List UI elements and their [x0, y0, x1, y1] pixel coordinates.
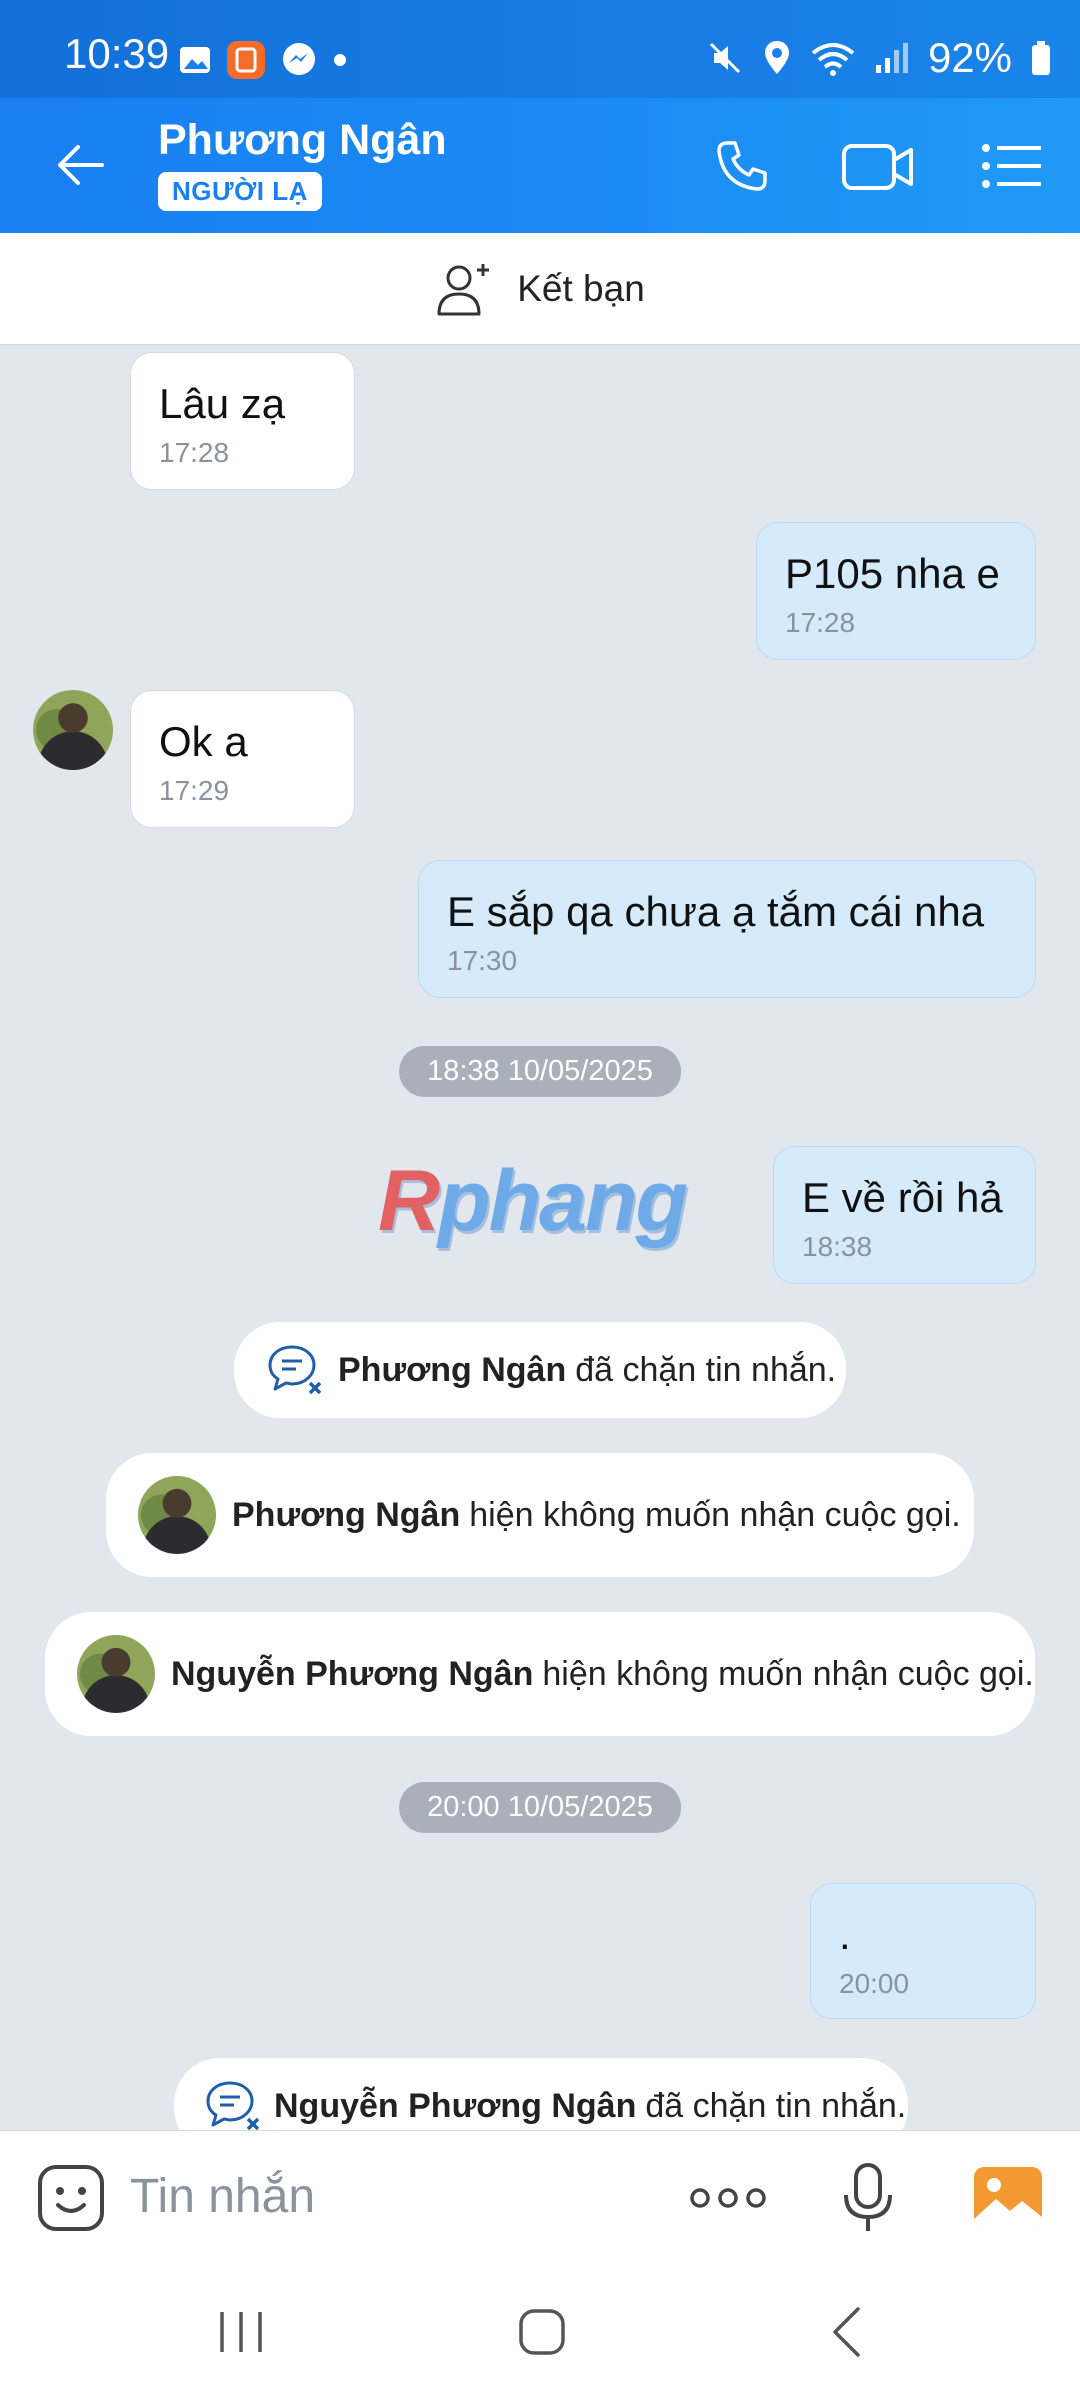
- system-navigation-bar: [0, 2264, 1080, 2400]
- add-friend-bar[interactable]: Kết bạn: [0, 233, 1080, 345]
- message-composer: Tin nhắn: [0, 2130, 1080, 2264]
- back-nav-icon[interactable]: [828, 2306, 864, 2358]
- video-call-button[interactable]: [838, 126, 918, 206]
- location-icon: [764, 41, 789, 74]
- date-separator: 20:00 10/05/2025: [399, 1782, 681, 1833]
- message-outgoing[interactable]: E sắp qa chưa ạ tắm cái nha 17:30: [418, 860, 1036, 998]
- chat-options-button[interactable]: [972, 126, 1052, 206]
- message-text: E sắp qa chưa ạ tắm cái nha: [447, 888, 985, 935]
- contact-avatar[interactable]: [33, 690, 113, 770]
- video-camera-icon: [842, 144, 913, 190]
- stranger-badge: NGƯỜI LẠ: [158, 172, 322, 211]
- notification-icons: [178, 40, 348, 80]
- contact-avatar: [77, 1635, 155, 1713]
- sticker-icon[interactable]: [36, 2163, 106, 2233]
- status-time: 10:39: [64, 30, 170, 77]
- microphone-icon[interactable]: [841, 2161, 895, 2235]
- chat-header: 10:39 92% Phương Ngân NGƯỜI LẠ: [0, 0, 1080, 233]
- voice-call-button[interactable]: [702, 126, 782, 206]
- contact-avatar: [138, 1476, 216, 1554]
- message-text: P105 nha e: [785, 550, 1000, 597]
- system-notice: Phương Ngân đã chặn tin nhắn.: [234, 1322, 846, 1418]
- message-time: 17:29: [159, 775, 230, 806]
- battery-level: 92%: [927, 34, 1012, 81]
- gallery-icon: [180, 47, 210, 73]
- message-input[interactable]: Tin nhắn: [130, 2169, 315, 2224]
- blocked-message-icon: [268, 1345, 322, 1395]
- message-time: 17:28: [159, 437, 230, 468]
- status-bar: 10:39 92%: [0, 0, 1080, 98]
- notice-name: Nguyễn Phương Ngân: [171, 1654, 534, 1693]
- battery-icon: [1032, 41, 1050, 75]
- watermark-logo: Rphang: [378, 1152, 688, 1251]
- message-text: Ok a: [159, 718, 248, 765]
- message-incoming[interactable]: Ok a 17:29: [130, 690, 355, 828]
- notice-text: hiện không muốn nhận cuộc gọi.: [542, 1654, 1034, 1693]
- system-status-icons: 92%: [706, 34, 1052, 82]
- wifi-icon: [811, 43, 855, 76]
- add-friend-label: Kết bạn: [517, 267, 645, 309]
- mute-icon: [709, 42, 740, 74]
- home-icon[interactable]: [517, 2307, 567, 2357]
- message-time: 18:38: [802, 1231, 873, 1262]
- message-time: 17:30: [447, 945, 518, 976]
- notice-text: đã chặn tin nhắn.: [645, 2086, 907, 2125]
- shopee-icon: [227, 41, 265, 79]
- arrow-left-icon: [58, 145, 104, 185]
- add-person-icon: [437, 263, 490, 315]
- phone-icon: [717, 141, 767, 191]
- date-separator: 18:38 10/05/2025: [399, 1046, 681, 1097]
- notice-text: đã chặn tin nhắn.: [575, 1350, 837, 1389]
- message-text: .: [839, 1911, 851, 1958]
- message-incoming[interactable]: Lâu zạ 17:28: [130, 352, 355, 490]
- message-text: Lâu zạ: [159, 380, 286, 427]
- notice-text: hiện không muốn nhận cuộc gọi.: [469, 1495, 961, 1534]
- watermark-rest: phang: [438, 1153, 688, 1249]
- image-gallery-icon[interactable]: [972, 2165, 1044, 2231]
- blocked-message-icon: [206, 2081, 260, 2131]
- message-time: 17:28: [785, 607, 856, 638]
- dot-icon: [334, 54, 346, 66]
- more-options-icon[interactable]: [690, 2183, 766, 2213]
- system-notice: Phương Ngân hiện không muốn nhận cuộc gọ…: [106, 1453, 974, 1577]
- message-text: E về rồi hả: [802, 1174, 1003, 1221]
- watermark-first-letter: R: [378, 1153, 440, 1249]
- message-time: 20:00: [839, 1968, 910, 1999]
- system-notice: Nguyễn Phương Ngân hiện không muốn nhận …: [45, 1612, 1035, 1736]
- message-outgoing[interactable]: . 20:00: [810, 1883, 1036, 2019]
- message-outgoing[interactable]: P105 nha e 17:28: [756, 522, 1036, 660]
- contact-name[interactable]: Phương Ngân: [158, 116, 447, 165]
- messenger-icon: [283, 43, 315, 75]
- recent-apps-icon[interactable]: [216, 2310, 266, 2354]
- notice-name: Nguyễn Phương Ngân: [274, 2086, 637, 2125]
- notice-name: Phương Ngân: [232, 1495, 461, 1534]
- message-outgoing[interactable]: E về rồi hả 18:38: [773, 1146, 1036, 1284]
- notice-name: Phương Ngân: [338, 1350, 567, 1389]
- signal-icon: [875, 43, 908, 73]
- list-menu-icon: [982, 144, 1041, 188]
- back-button[interactable]: [40, 130, 120, 200]
